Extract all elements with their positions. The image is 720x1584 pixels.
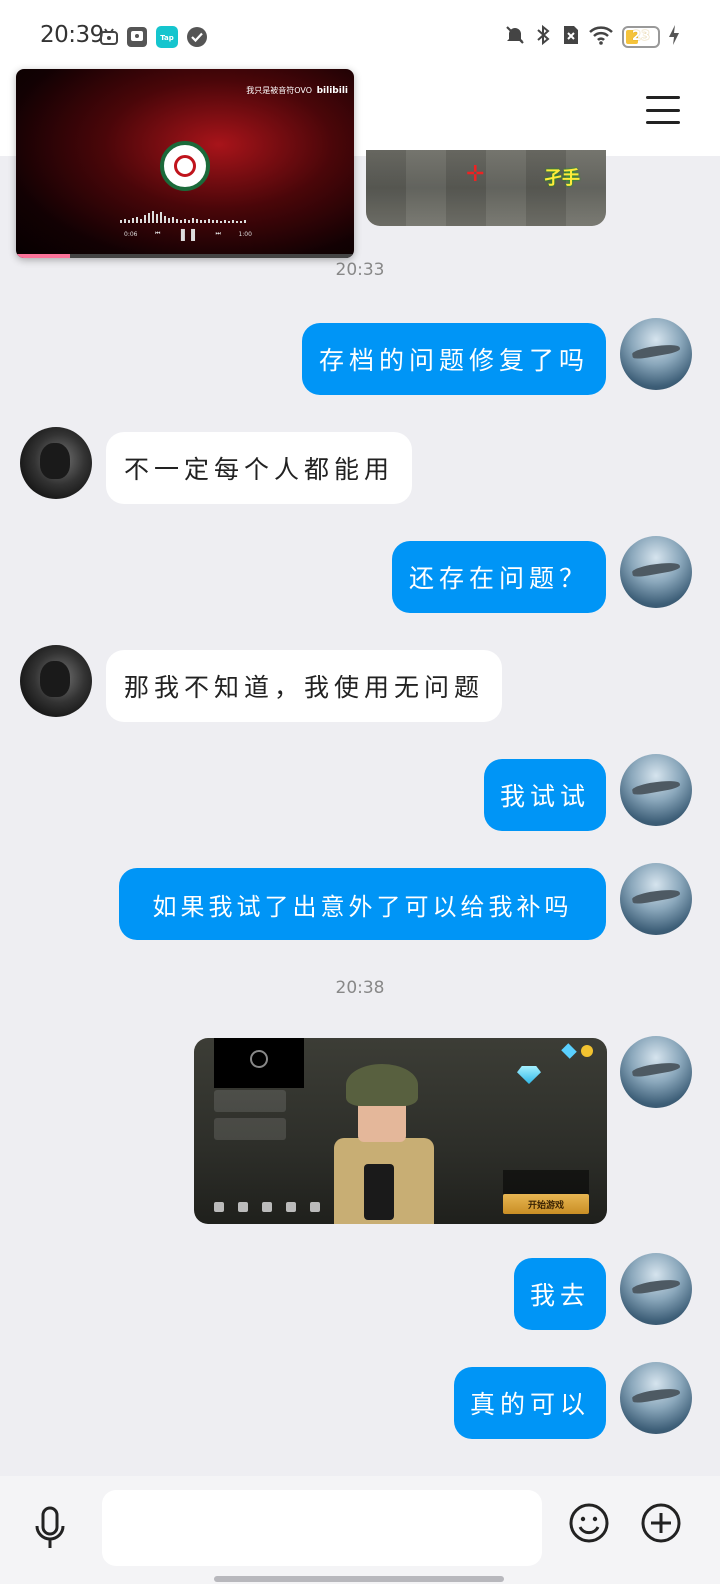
no-sim-icon — [562, 24, 580, 50]
message-bubble-sent[interactable]: 存档的问题修复了吗 — [302, 323, 606, 395]
avatar-contact[interactable] — [20, 427, 92, 499]
message-bubble-sent[interactable]: 还存在问题？ — [392, 541, 606, 613]
check-icon — [186, 26, 208, 48]
status-time: 20:39 — [40, 22, 104, 48]
crosshair-icon: ✛ — [466, 162, 485, 187]
bluetooth-icon — [534, 24, 554, 50]
input-bar — [0, 1476, 720, 1584]
message-timestamp: 20:33 — [335, 260, 385, 280]
message-bubble-sent[interactable]: 如果我试了出意外了可以给我补吗 — [119, 868, 606, 940]
scp-logo-icon — [160, 141, 210, 191]
start-game-label: 开始游戏 — [503, 1194, 589, 1214]
video-caption: 我只是被音符OVO — [246, 86, 313, 95]
microphone-icon[interactable] — [30, 1506, 70, 1550]
image-message-partial[interactable]: ✛ 孑手 — [366, 150, 606, 226]
video-time-current: 0:06 — [124, 230, 138, 238]
avatar-self[interactable] — [620, 1362, 692, 1434]
coin-icon — [581, 1045, 593, 1057]
video-progress-bar[interactable] — [16, 254, 354, 258]
audio-waveform — [120, 209, 250, 223]
hamburger-icon — [646, 96, 680, 99]
message-bubble-received[interactable]: 不一定每个人都能用 — [106, 432, 412, 504]
previous-icon[interactable]: ⏮ — [155, 230, 160, 238]
message-timestamp: 20:38 — [335, 978, 385, 998]
floating-video-player[interactable]: 我只是被音符OVO bilibili 0:06 ⏮ ❚❚ ⏭ 1:00 — [16, 69, 354, 258]
video-time-total: 1:00 — [238, 230, 252, 238]
home-indicator[interactable] — [214, 1576, 504, 1582]
svg-text:Tap: Tap — [160, 34, 174, 42]
avatar-self[interactable] — [620, 863, 692, 935]
charging-icon — [668, 24, 680, 50]
avatar-self[interactable] — [620, 1253, 692, 1325]
plus-icon[interactable] — [640, 1502, 682, 1544]
gallery-icon — [126, 26, 148, 48]
avatar-self[interactable] — [620, 754, 692, 826]
soldier-character — [324, 1064, 444, 1224]
gem-icon — [561, 1043, 577, 1059]
avatar-contact[interactable] — [20, 645, 92, 717]
message-bubble-sent[interactable]: 我试试 — [484, 759, 606, 831]
message-bubble-sent[interactable]: 真的可以 — [454, 1367, 606, 1439]
taptap-icon: Tap — [156, 26, 178, 48]
wifi-icon — [588, 24, 614, 50]
battery-level: 23 — [631, 29, 651, 44]
message-bubble-received[interactable]: 那我不知道，我使用无问题 — [106, 650, 502, 722]
avatar-self[interactable] — [620, 318, 692, 390]
status-bar: 20:39 Tap 23 — [0, 0, 720, 70]
game-mode-panel — [503, 1170, 589, 1194]
next-icon[interactable]: ⏭ — [216, 230, 221, 238]
avatar-self[interactable] — [620, 1036, 692, 1108]
message-input[interactable] — [102, 1490, 542, 1566]
image-message[interactable]: 开始游戏 — [194, 1038, 607, 1224]
mute-icon — [504, 24, 526, 50]
game-side-menu — [214, 1090, 286, 1146]
avatar-self[interactable] — [620, 536, 692, 608]
image-overlay-text: 孑手 — [544, 168, 580, 189]
battery-icon: 23 — [622, 26, 660, 48]
menu-button[interactable] — [646, 96, 680, 124]
diamond-icon — [517, 1066, 541, 1084]
bilibili-logo: bilibili — [316, 86, 348, 96]
game-bottom-nav — [214, 1202, 354, 1216]
pause-icon[interactable]: ❚❚ — [178, 227, 198, 241]
message-bubble-sent[interactable]: 我去 — [514, 1258, 606, 1330]
app-icon — [98, 26, 120, 48]
mini-video-thumb — [214, 1038, 304, 1088]
emoji-icon[interactable] — [568, 1502, 610, 1544]
